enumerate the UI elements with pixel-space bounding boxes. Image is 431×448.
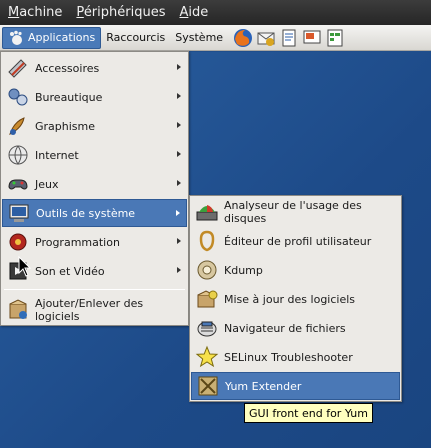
menu-item-label: SELinux Troubleshooter [224, 350, 353, 364]
top-panel: Applications Raccourcis Système [0, 25, 431, 51]
menu-item-label: Jeux [35, 177, 59, 191]
mouse-pointer-icon [18, 256, 32, 277]
places-menu-button[interactable]: Raccourcis [101, 27, 170, 49]
applications-label: Applications [28, 31, 96, 44]
menu-item-programming[interactable]: Programmation [2, 228, 187, 256]
menu-item-label: Éditeur de profil utilisateur [224, 234, 372, 248]
gnome-foot-icon [10, 30, 22, 45]
system-menu-button[interactable]: Système [170, 27, 228, 49]
office-icon [8, 88, 28, 106]
menu-item-profile-editor[interactable]: Éditeur de profil utilisateur [191, 227, 400, 255]
menu-item-label: Son et Vidéo [35, 264, 105, 278]
submenu-arrow-icon [177, 238, 181, 244]
applications-menu-button[interactable]: Applications [2, 26, 102, 49]
menu-item-yum-extender[interactable]: Yum Extender [191, 372, 400, 400]
menu-item-kdump[interactable]: Kdump [191, 256, 400, 284]
submenu-arrow-icon [176, 210, 180, 216]
menu-item-label: Outils de système [36, 206, 136, 220]
menu-item-label: Yum Extender [225, 379, 302, 393]
submenu-arrow-icon [177, 151, 181, 157]
menu-item-label: Programmation [35, 235, 120, 249]
panel-launchers [232, 27, 347, 49]
menu-item-label: Accessoires [35, 61, 100, 75]
vm-menu-help[interactable]: Aide [179, 5, 208, 20]
kdump-icon [197, 260, 217, 280]
vm-menubar: Machine Périphériques Aide [0, 0, 431, 25]
programming-icon [9, 233, 27, 251]
games-icon [8, 179, 28, 190]
menu-item-file-browser[interactable]: Navigateur de fichiers [191, 314, 400, 342]
impress-icon[interactable] [301, 27, 323, 49]
menu-item-label: Ajouter/Enlever des logiciels [35, 297, 144, 323]
menu-item-internet[interactable]: Internet [2, 141, 187, 169]
menu-item-label: Analyseur de l'usage des disques [224, 199, 362, 225]
menu-item-label: Graphisme [35, 119, 96, 133]
menu-item-selinux-troubleshooter[interactable]: SELinux Troubleshooter [191, 343, 400, 371]
selinux-star-icon [195, 345, 219, 368]
writer-icon[interactable] [278, 27, 300, 49]
submenu-arrow-icon [177, 267, 181, 273]
menu-item-label: Kdump [224, 263, 263, 277]
accessories-icon [8, 59, 27, 78]
profile-editor-icon [199, 230, 215, 252]
internet-icon [8, 145, 28, 165]
vm-menu-devices[interactable]: Périphériques [76, 5, 165, 20]
places-label: Raccourcis [106, 31, 166, 44]
software-update-icon [197, 290, 218, 308]
yum-extender-icon [198, 376, 218, 396]
firefox-icon[interactable] [232, 27, 254, 49]
menu-item-label: Mise à jour des logiciels [224, 292, 356, 306]
menu-item-games[interactable]: Jeux [2, 170, 187, 198]
submenu-arrow-icon [177, 122, 181, 128]
submenu-arrow-icon [177, 180, 181, 186]
menu-separator [4, 289, 185, 290]
menu-item-software-update[interactable]: Mise à jour des logiciels [191, 285, 400, 313]
system-tools-submenu: Analyseur de l'usage des disques Éditeur… [189, 195, 402, 402]
menu-item-office[interactable]: Bureautique [2, 83, 187, 111]
tooltip: GUI front end for Yum [244, 403, 373, 423]
evolution-icon[interactable] [255, 27, 277, 49]
menu-item-label: Internet [35, 148, 79, 162]
submenu-arrow-icon [177, 93, 181, 99]
applications-menu: Accessoires Bureautique Graphisme Intern… [0, 51, 189, 326]
system-tools-icon [9, 204, 29, 222]
menu-item-add-remove-software[interactable]: Ajouter/Enlever des logiciels [2, 296, 187, 324]
file-browser-icon [197, 321, 217, 337]
menu-item-disk-usage-analyzer[interactable]: Analyseur de l'usage des disques [191, 198, 400, 226]
menu-item-system-tools[interactable]: Outils de système [2, 199, 187, 227]
calc-icon[interactable] [324, 27, 346, 49]
menu-item-label: Bureautique [35, 90, 103, 104]
package-manager-icon [9, 299, 27, 319]
menu-item-label: Navigateur de fichiers [224, 321, 346, 335]
vm-menu-machine[interactable]: Machine [8, 5, 62, 20]
disk-usage-icon [196, 205, 218, 221]
graphics-icon [9, 117, 25, 135]
menu-item-graphics[interactable]: Graphisme [2, 112, 187, 140]
system-label: Système [175, 31, 224, 44]
submenu-arrow-icon [177, 64, 181, 70]
menu-item-accessories[interactable]: Accessoires [2, 54, 187, 82]
